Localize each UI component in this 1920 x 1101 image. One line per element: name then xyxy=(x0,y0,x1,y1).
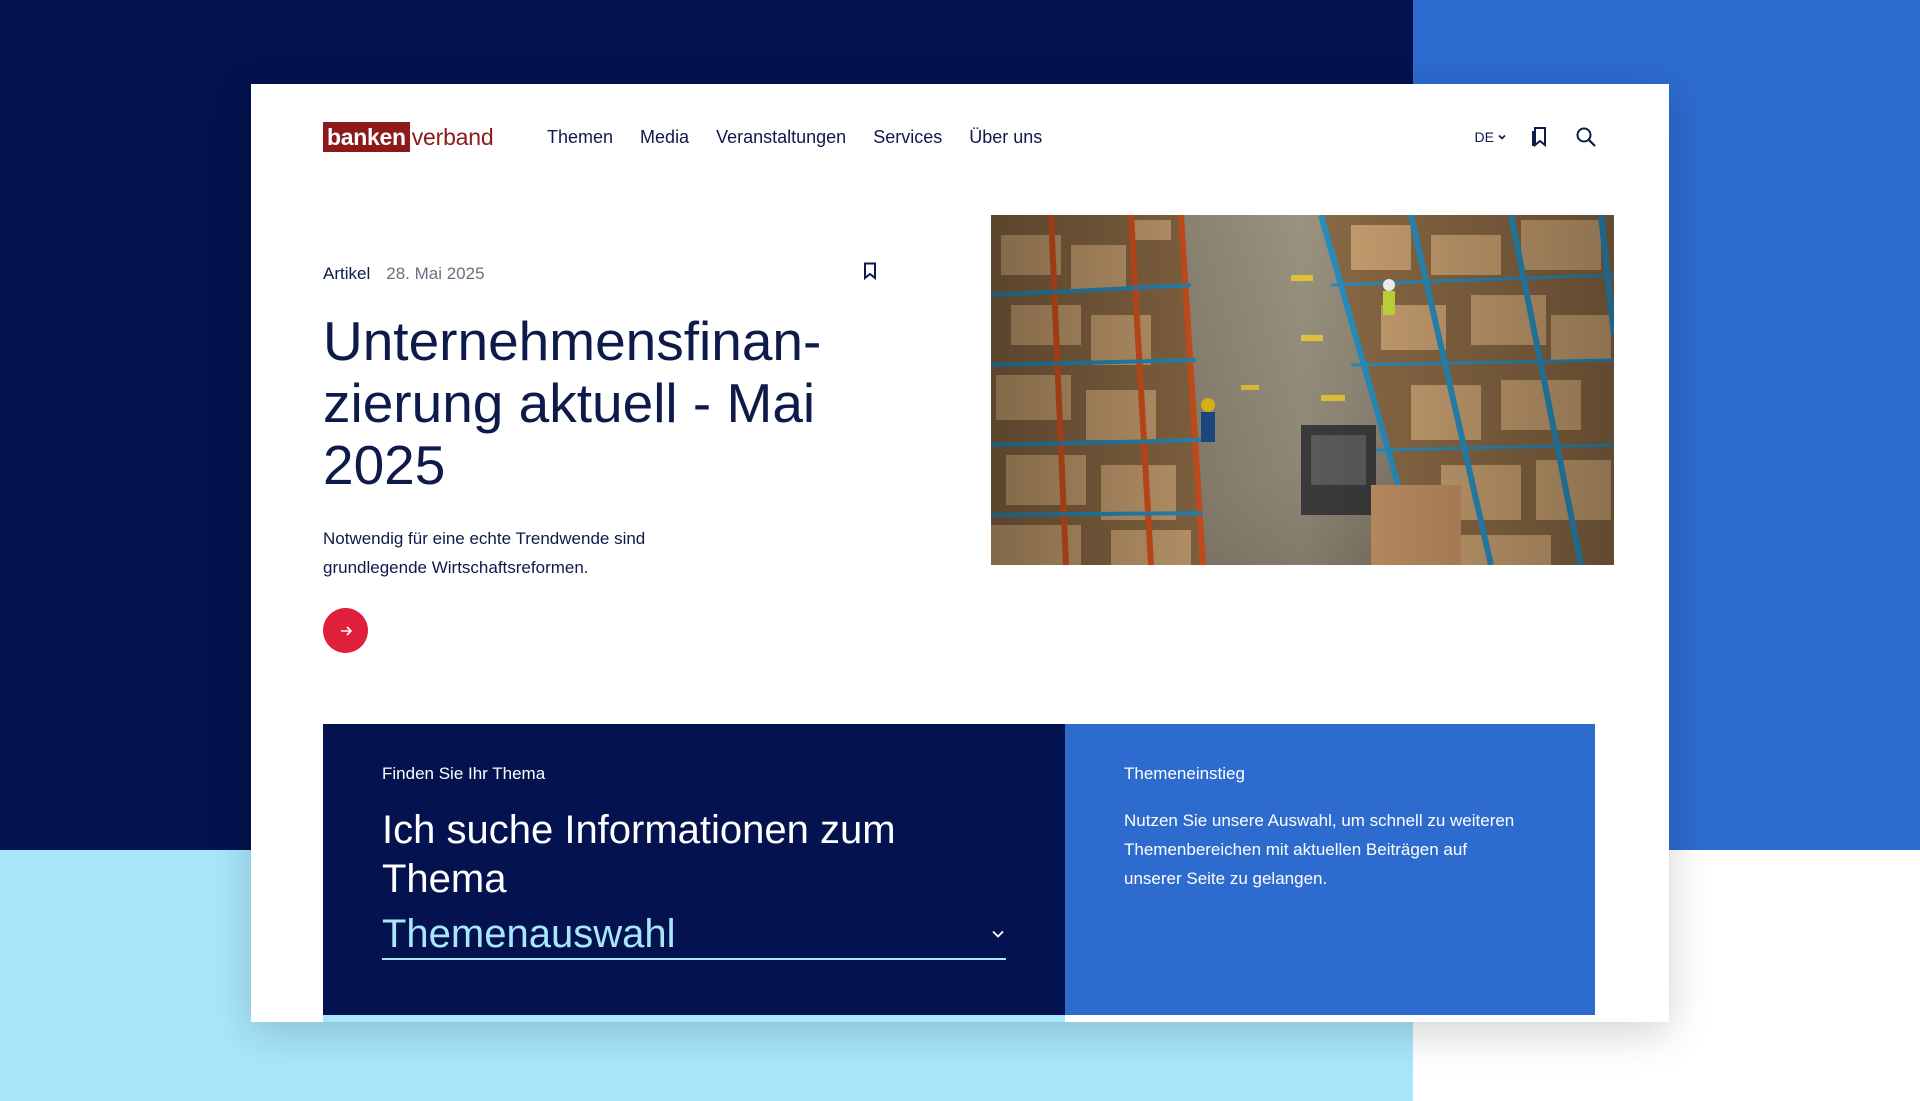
topic-intro-text: Nutzen Sie unsere Auswahl, um schnell zu… xyxy=(1124,811,1515,888)
warehouse-photo xyxy=(991,215,1614,565)
logo-part-verband: verband xyxy=(411,123,494,150)
article-image[interactable] xyxy=(991,215,1614,565)
logo-part-banken: banken xyxy=(323,122,410,152)
topic-select[interactable]: Themenauswahl xyxy=(382,910,1006,960)
search-button[interactable] xyxy=(1573,124,1599,150)
article-teaser: Notwendig für eine echte Trendwende sind… xyxy=(323,529,646,577)
article-date: 28. Mai 2025 xyxy=(386,264,485,283)
read-more-button[interactable] xyxy=(323,608,368,653)
bookmarks-button[interactable] xyxy=(1527,124,1553,150)
topic-select-value: Themenauswahl xyxy=(382,912,676,956)
language-switcher[interactable]: DE xyxy=(1475,129,1507,145)
nav-item-veranstaltungen[interactable]: Veranstaltungen xyxy=(716,124,846,150)
article-meta: Artikel 28. Mai 2025 xyxy=(323,262,485,286)
nav-item-themen[interactable]: Themen xyxy=(547,124,613,150)
topic-finder: Finden Sie Ihr Thema Ich suche Informati… xyxy=(323,724,1065,1015)
main-nav: Themen Media Veranstaltungen Services Üb… xyxy=(547,124,1042,150)
language-label: DE xyxy=(1474,129,1494,145)
chevron-down-icon xyxy=(1498,134,1506,140)
bookmark-icon xyxy=(864,262,876,280)
chevron-down-icon xyxy=(992,930,1004,938)
logo[interactable]: banken verband xyxy=(323,122,494,152)
article-type: Artikel xyxy=(323,264,371,283)
header-actions: DE xyxy=(1475,124,1599,150)
article-bookmark-button[interactable] xyxy=(859,260,881,282)
arrow-right-icon xyxy=(340,625,352,636)
topic-finder-title: Ich suche Informationen zum Thema xyxy=(382,808,896,901)
nav-item-services[interactable]: Services xyxy=(873,124,942,150)
topic-finder-kicker: Finden Sie Ihr Thema xyxy=(382,764,546,783)
topic-intro: Themeneinstieg Nutzen Sie unsere Auswahl… xyxy=(1065,724,1595,1015)
page-card: banken verband Themen Media Veranstaltun… xyxy=(251,84,1669,1022)
topic-finder-bottom-stripe xyxy=(323,1015,1065,1022)
search-icon xyxy=(1576,127,1596,147)
nav-item-media[interactable]: Media xyxy=(640,124,689,150)
nav-item-ueber-uns[interactable]: Über uns xyxy=(969,124,1042,150)
topic-intro-kicker: Themeneinstieg xyxy=(1124,764,1245,783)
bookmark-icon xyxy=(1532,127,1546,148)
article-title[interactable]: Unternehmensfinan-zierung aktuell - Mai … xyxy=(323,310,843,496)
